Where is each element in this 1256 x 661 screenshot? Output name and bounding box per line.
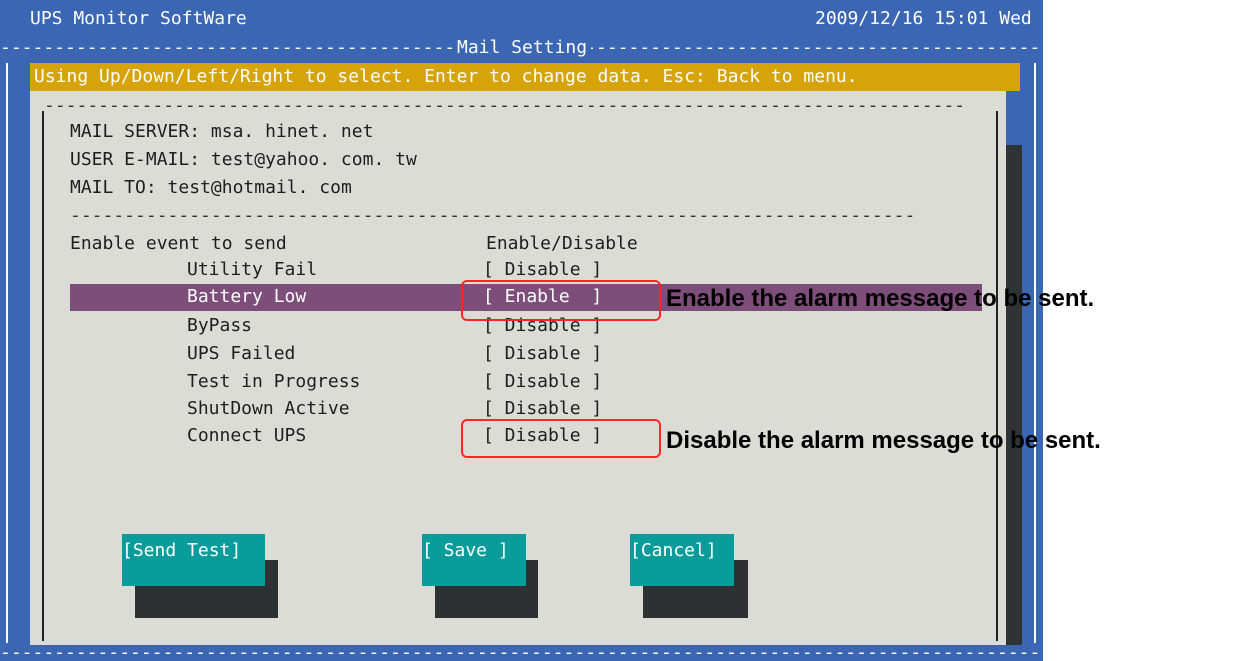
event-label-battery-low[interactable]: Battery Low	[187, 284, 306, 310]
mail-to-label: MAIL TO:	[70, 177, 157, 198]
user-email-value[interactable]: test@yahoo. com. tw	[211, 149, 417, 170]
cancel-label: [Cancel]	[630, 540, 717, 561]
terminal-window: UPS Monitor SoftWare 2009/12/16 15:01 We…	[0, 0, 1043, 661]
event-state-test-in-progress[interactable]: [ Disable ]	[483, 369, 602, 395]
left-border	[6, 63, 8, 643]
panel-right-line	[996, 111, 998, 641]
help-bar: Using Up/Down/Left/Right to select. Ente…	[30, 63, 1020, 91]
send-test-button[interactable]: [Send Test]	[122, 534, 265, 586]
mail-to-value[interactable]: test@hotmail. com	[168, 177, 352, 198]
enable-annotation: Enable the alarm message to be sent.	[666, 285, 1095, 312]
save-label: [ Save ]	[422, 540, 509, 561]
event-label-ups-failed[interactable]: UPS Failed	[187, 341, 295, 367]
save-button[interactable]: [ Save ]	[422, 534, 526, 586]
user-email-label: USER E-MAIL:	[70, 149, 201, 170]
user-email-row[interactable]: USER E-MAIL: test@yahoo. com. tw	[70, 147, 417, 173]
panel-top-divider: ----------------------------------------…	[44, 95, 966, 116]
datetime: 2009/12/16 15:01 Wed	[815, 8, 1032, 29]
event-label-utility-fail[interactable]: Utility Fail	[187, 257, 317, 283]
event-label-connect-ups[interactable]: Connect UPS	[187, 423, 306, 449]
mail-to-row[interactable]: MAIL TO: test@hotmail. com	[70, 175, 352, 201]
screen-title: Mail Setting	[453, 35, 592, 61]
cancel-button[interactable]: [Cancel]	[630, 534, 734, 586]
mail-server-value[interactable]: msa. hinet. net	[211, 121, 374, 142]
event-label-bypass[interactable]: ByPass	[187, 313, 252, 339]
enable-highlight-box	[461, 280, 661, 321]
event-label-shutdown-active[interactable]: ShutDown Active	[187, 396, 350, 422]
right-border	[1034, 63, 1036, 643]
mail-server-row[interactable]: MAIL SERVER: msa. hinet. net	[70, 119, 373, 145]
disable-highlight-box	[461, 419, 661, 458]
help-text: Using Up/Down/Left/Right to select. Ente…	[34, 66, 858, 87]
events-header-right: Enable/Disable	[486, 233, 638, 254]
disable-annotation: Disable the alarm message to be sent.	[666, 427, 1101, 454]
panel-shadow-right	[1006, 145, 1022, 645]
mail-server-label: MAIL SERVER:	[70, 121, 201, 142]
send-test-label: [Send Test]	[122, 540, 242, 561]
panel-mid-divider: ----------------------------------------…	[70, 205, 916, 226]
panel-left-line	[42, 111, 44, 641]
bottom-divider: ----------------------------------------…	[0, 642, 1040, 661]
event-label-test-in-progress[interactable]: Test in Progress	[187, 369, 360, 395]
app-title: UPS Monitor SoftWare	[30, 8, 247, 29]
event-state-ups-failed[interactable]: [ Disable ]	[483, 341, 602, 367]
events-header-left: Enable event to send	[70, 233, 287, 254]
